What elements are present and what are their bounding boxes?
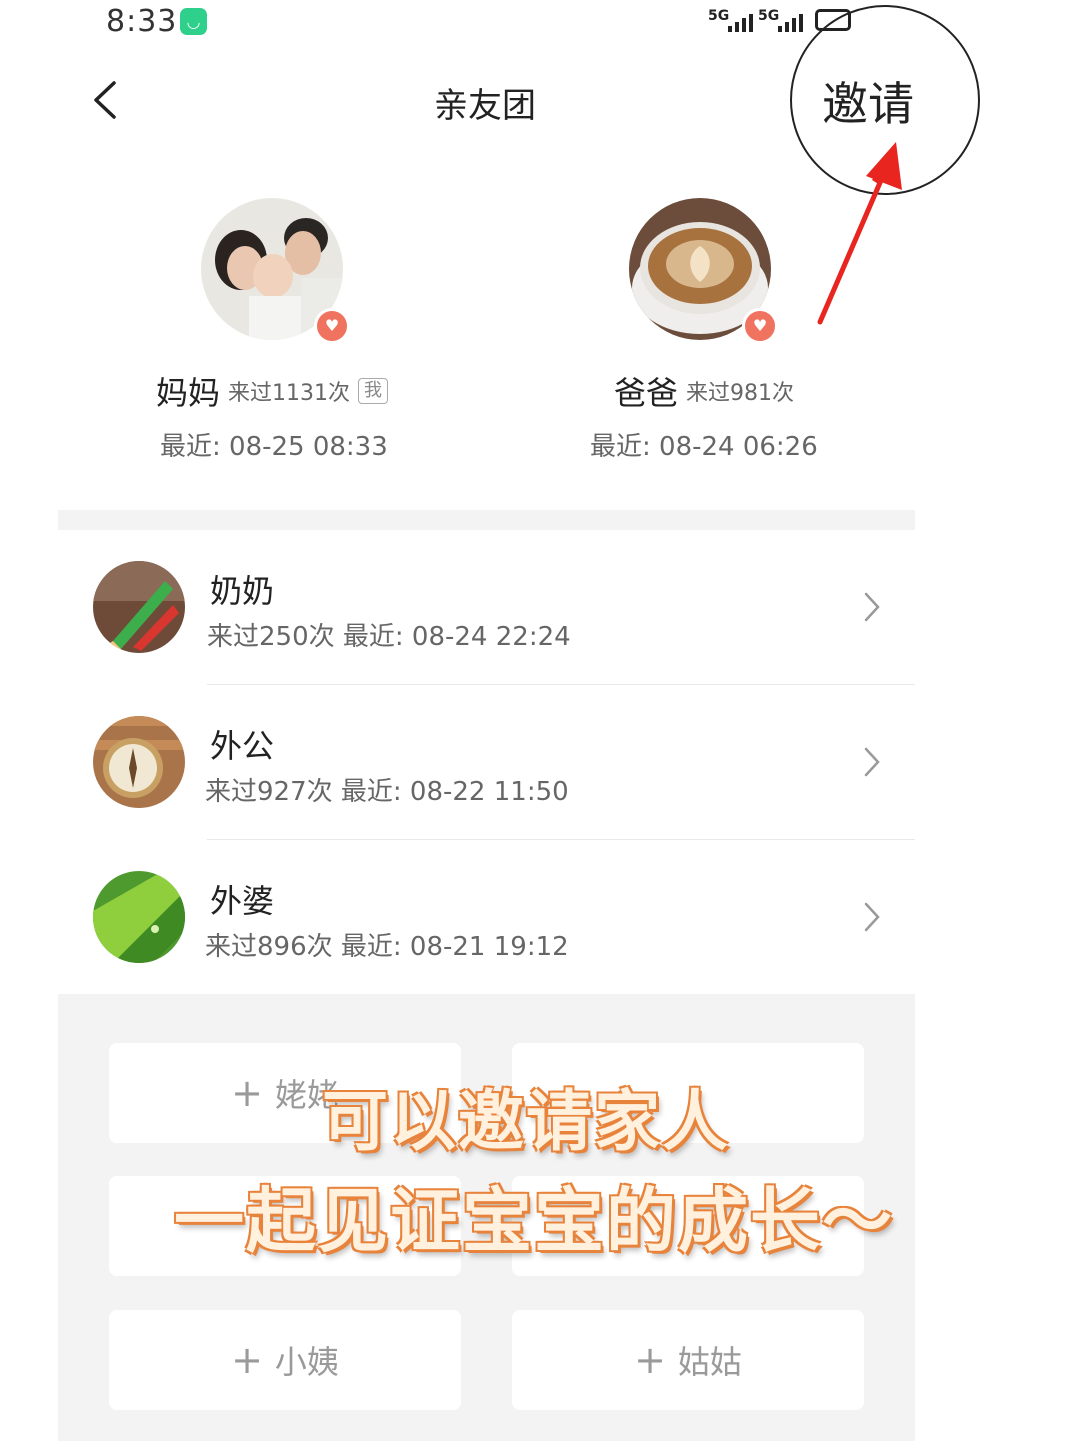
visit-count: 来过1131次 [228, 381, 351, 406]
member-name: 外公 [210, 727, 275, 765]
invite-button[interactable]: 邀请 [822, 68, 914, 134]
invite-slot[interactable]: + 姑姑 [512, 1310, 864, 1410]
status-time: 8:33 [106, 4, 178, 39]
member-meta: 来过896次 最近: 08-21 19:12 [205, 932, 569, 962]
avatar-grandma-maternal [93, 871, 185, 963]
member-mom-header: 妈妈 来过1131次 我 [156, 368, 389, 414]
member-name: 外婆 [210, 882, 275, 920]
slot-label: 小姨 [274, 1343, 339, 1381]
member-name: 爸爸 [614, 374, 679, 412]
signal-label-2: 5G [758, 8, 780, 24]
plus-icon: + [634, 1338, 666, 1382]
member-meta: 来过927次 最近: 08-22 11:50 [205, 777, 569, 807]
list-item[interactable]: 奶奶 来过250次 最近: 08-24 22:24 [58, 530, 915, 684]
visit-count: 来过981次 [686, 381, 795, 406]
avatar-grandpa-maternal [93, 716, 185, 808]
plus-icon: + [231, 1071, 263, 1115]
heart-badge-icon: ♥ [314, 308, 350, 344]
chevron-right-icon [864, 902, 880, 932]
list-item[interactable]: 外婆 来过896次 最近: 08-21 19:12 [58, 840, 915, 994]
member-name: 妈妈 [156, 374, 221, 412]
signal-bars-2-icon [778, 12, 803, 32]
recent-visit: 最近: 08-24 06:26 [590, 432, 818, 462]
signal-label-1: 5G [708, 8, 730, 24]
member-meta: 来过250次 最近: 08-24 22:24 [207, 622, 571, 652]
signal-bars-1-icon [728, 12, 753, 32]
red-arrow-annotation [817, 142, 902, 325]
slot-label: 姑姑 [677, 1343, 742, 1381]
caption-line-2: 一起见证宝宝的成长～ [174, 1180, 894, 1262]
heart-badge-icon: ♥ [742, 308, 778, 344]
member-name: 奶奶 [210, 572, 275, 610]
caption-line-1: 可以邀请家人 [322, 1083, 730, 1160]
recent-visit: 最近: 08-25 08:33 [160, 432, 388, 462]
me-tag: 我 [358, 378, 389, 404]
chevron-right-icon [864, 747, 880, 777]
section-divider [58, 510, 915, 530]
avatar-grandma-paternal [93, 561, 185, 653]
member-dad-header: 爸爸 来过981次 [614, 368, 794, 414]
invite-slot[interactable]: + 小姨 [109, 1310, 461, 1410]
plus-icon: + [231, 1338, 263, 1382]
app-notification-icon: ◡ [180, 8, 207, 35]
chevron-right-icon [864, 592, 880, 622]
list-item[interactable]: 外公 来过927次 最近: 08-22 11:50 [58, 685, 915, 839]
